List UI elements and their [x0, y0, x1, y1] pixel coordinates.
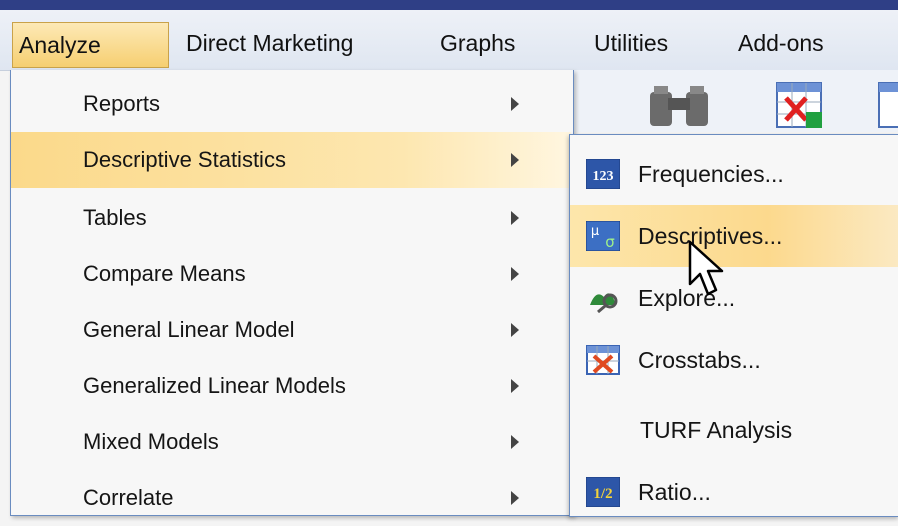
menu-item-general-linear-model-label: General Linear Model	[83, 317, 295, 342]
menu-direct-marketing-label: Direct Marketing	[186, 30, 354, 56]
menu-item-ratio[interactable]: 1/2 Ratio...	[570, 461, 898, 523]
menu-item-general-linear-model[interactable]: General Linear Model	[11, 302, 571, 358]
menu-graphs-label: Graphs	[440, 30, 516, 56]
menu-item-reports-label: Reports	[83, 91, 161, 116]
menu-item-reports[interactable]: Reports	[11, 76, 571, 132]
menu-item-crosstabs[interactable]: Crosstabs...	[570, 329, 898, 391]
svg-text:1/2: 1/2	[593, 486, 612, 502]
menu-item-tables[interactable]: Tables	[11, 190, 571, 246]
menu-item-frequencies[interactable]: 123 Frequencies...	[570, 143, 898, 205]
menu-item-generalized-linear-models[interactable]: Generalized Linear Models	[11, 358, 571, 414]
frequencies-icon: 123	[586, 159, 620, 189]
analyze-dropdown-menu: Reports Descriptive Statistics Tables Co…	[10, 70, 574, 516]
mouse-pointer-icon	[688, 240, 724, 296]
menu-item-ratio-label: Ratio...	[638, 479, 711, 505]
svg-text:σ: σ	[605, 233, 615, 251]
menu-graphs[interactable]: Graphs	[440, 20, 515, 66]
menu-item-descriptives[interactable]: μ σ Descriptives...	[570, 205, 898, 267]
menu-analyze[interactable]: Analyze	[12, 22, 169, 68]
variable-grid-icon[interactable]	[878, 82, 898, 130]
window-top-border	[0, 0, 898, 10]
crosstabs-icon	[586, 345, 620, 375]
menu-item-turf-analysis[interactable]: TURF Analysis	[570, 399, 898, 461]
find-binoculars-icon[interactable]	[646, 84, 712, 130]
menu-item-mixed-models-label: Mixed Models	[83, 429, 219, 454]
submenu-arrow-icon	[511, 211, 519, 225]
menu-item-correlate-label: Correlate	[83, 485, 174, 510]
submenu-arrow-icon	[511, 323, 519, 337]
menu-utilities-label: Utilities	[594, 30, 669, 56]
menu-item-tables-label: Tables	[83, 205, 147, 230]
explore-icon	[590, 293, 618, 313]
submenu-arrow-icon	[511, 153, 519, 167]
svg-text:123: 123	[593, 169, 614, 184]
data-grid-icon[interactable]	[776, 82, 824, 130]
submenu-arrow-icon	[511, 97, 519, 111]
submenu-arrow-icon	[511, 267, 519, 281]
menu-item-correlate[interactable]: Correlate	[11, 470, 571, 526]
menu-item-mixed-models[interactable]: Mixed Models	[11, 414, 571, 470]
descriptive-statistics-submenu: 123 Frequencies... μ σ Descriptives... E…	[569, 134, 898, 517]
svg-text:μ: μ	[591, 224, 599, 239]
menu-item-explore[interactable]: Explore...	[570, 267, 898, 329]
menu-add-ons-label: Add-ons	[738, 30, 824, 56]
menu-item-turf-analysis-label: TURF Analysis	[640, 417, 793, 443]
menu-add-ons[interactable]: Add-ons	[738, 20, 824, 66]
menu-bar: Analyze Direct Marketing Graphs Utilitie…	[0, 10, 898, 71]
menu-utilities[interactable]: Utilities	[594, 20, 668, 66]
menu-direct-marketing[interactable]: Direct Marketing	[186, 20, 353, 66]
menu-item-descriptive-statistics-label: Descriptive Statistics	[83, 147, 286, 172]
menu-item-crosstabs-label: Crosstabs...	[638, 347, 761, 373]
submenu-arrow-icon	[511, 435, 519, 449]
menu-item-compare-means-label: Compare Means	[83, 261, 246, 286]
toolbar	[572, 70, 898, 132]
descriptives-icon: μ σ	[586, 221, 620, 251]
ratio-icon: 1/2	[586, 477, 620, 507]
menu-item-compare-means[interactable]: Compare Means	[11, 246, 571, 302]
menu-item-generalized-linear-models-label: Generalized Linear Models	[83, 373, 346, 398]
menu-item-descriptive-statistics[interactable]: Descriptive Statistics	[11, 132, 571, 188]
menu-item-frequencies-label: Frequencies...	[638, 161, 784, 187]
submenu-arrow-icon	[511, 491, 519, 505]
menu-analyze-label: Analyze	[19, 32, 101, 58]
submenu-arrow-icon	[511, 379, 519, 393]
